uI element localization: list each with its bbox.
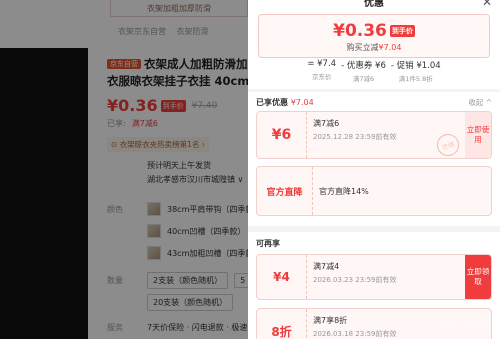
price-summary-card: ¥0.36 到手价 购买立减¥7.04 <box>258 14 490 58</box>
watermark: Lollipop666 <box>430 320 488 331</box>
formula-value: - 促销 ¥1.04 <box>390 61 441 71</box>
coupon-body: 满7减6 2025.12.28 23:59前有效 已领 <box>307 112 465 158</box>
formula-term: - 优惠券 ¥6 满7减6 <box>341 59 386 83</box>
panel-header: 优惠 ✕ <box>248 0 500 14</box>
use-now-button[interactable]: 立即使用 <box>465 112 491 158</box>
price-formula: = ¥7.4 京东价 - 优惠券 ¥6 满7减6 - 促销 ¥1.04 满1件5… <box>258 59 490 87</box>
coupon-amount: ¥4 <box>257 255 307 299</box>
summary-sub-prefix: 购买立减 <box>346 43 379 52</box>
formula-caption: 满7减6 <box>352 75 375 83</box>
coupon-title: 官方直降14% <box>319 186 369 196</box>
coupon-card: 官方直降 官方直降14% <box>256 166 492 216</box>
summary-sub-value: ¥7.04 <box>378 43 402 52</box>
coupon-title: 满7减4 <box>313 262 340 271</box>
enjoyed-section-title: 已享优惠 ¥7.04 <box>256 97 314 108</box>
summary-badge: 到手价 <box>389 25 415 37</box>
summary-sub: 购买立减¥7.04 <box>259 42 489 53</box>
formula-caption: 京东价 <box>311 73 332 81</box>
divider <box>248 226 500 232</box>
discount-panel: 优惠 ✕ ¥0.36 到手价 购买立减¥7.04 = ¥7.4 京东价 - 优惠… <box>248 0 500 339</box>
coupon-body: 官方直降14% <box>313 167 491 215</box>
formula-value: = ¥7.4 <box>307 59 337 69</box>
collapse-toggle[interactable]: 收起 ^ <box>468 97 492 108</box>
coupon-amount: 8折 <box>257 309 307 339</box>
formula-term: - 促销 ¥1.04 满1件5.8折 <box>391 59 441 83</box>
formula-value: - 优惠券 ¥6 <box>341 61 386 71</box>
panel-title: 优惠 <box>364 0 384 9</box>
formula-caption: 满1件5.8折 <box>398 75 433 83</box>
coupon-body: 满7减4 2026.03.23 23:59前有效 <box>307 255 465 299</box>
coupon-amount: 官方直降 <box>257 167 313 215</box>
enjoyed-value: ¥7.04 <box>290 98 314 107</box>
formula-term: = ¥7.4 京东价 <box>307 59 336 81</box>
coupon-amount: ¥6 <box>257 112 307 158</box>
coupon-card: ¥4 满7减4 2026.03.23 23:59前有效 立即领取 <box>256 254 492 300</box>
modal-overlay[interactable] <box>0 0 248 339</box>
summary-price: ¥0.36 <box>333 21 387 41</box>
app-window: 衣架加粗加厚防滑 衣架京东自营 衣架防滑 京东自营衣架成人加粗防滑加厚不 衣服晾… <box>0 0 500 339</box>
divider <box>248 89 500 92</box>
close-icon[interactable]: ✕ <box>482 0 492 8</box>
available-section-title: 可再享 <box>256 239 280 248</box>
enjoyed-label: 已享优惠 <box>256 98 288 107</box>
coupon-date: 2026.03.23 23:59前有效 <box>313 276 397 284</box>
claim-now-button[interactable]: 立即领取 <box>465 255 491 299</box>
coupon-card: ¥6 满7减6 2025.12.28 23:59前有效 已领 立即使用 <box>256 111 492 159</box>
coupon-title: 满7减6 <box>313 119 340 128</box>
